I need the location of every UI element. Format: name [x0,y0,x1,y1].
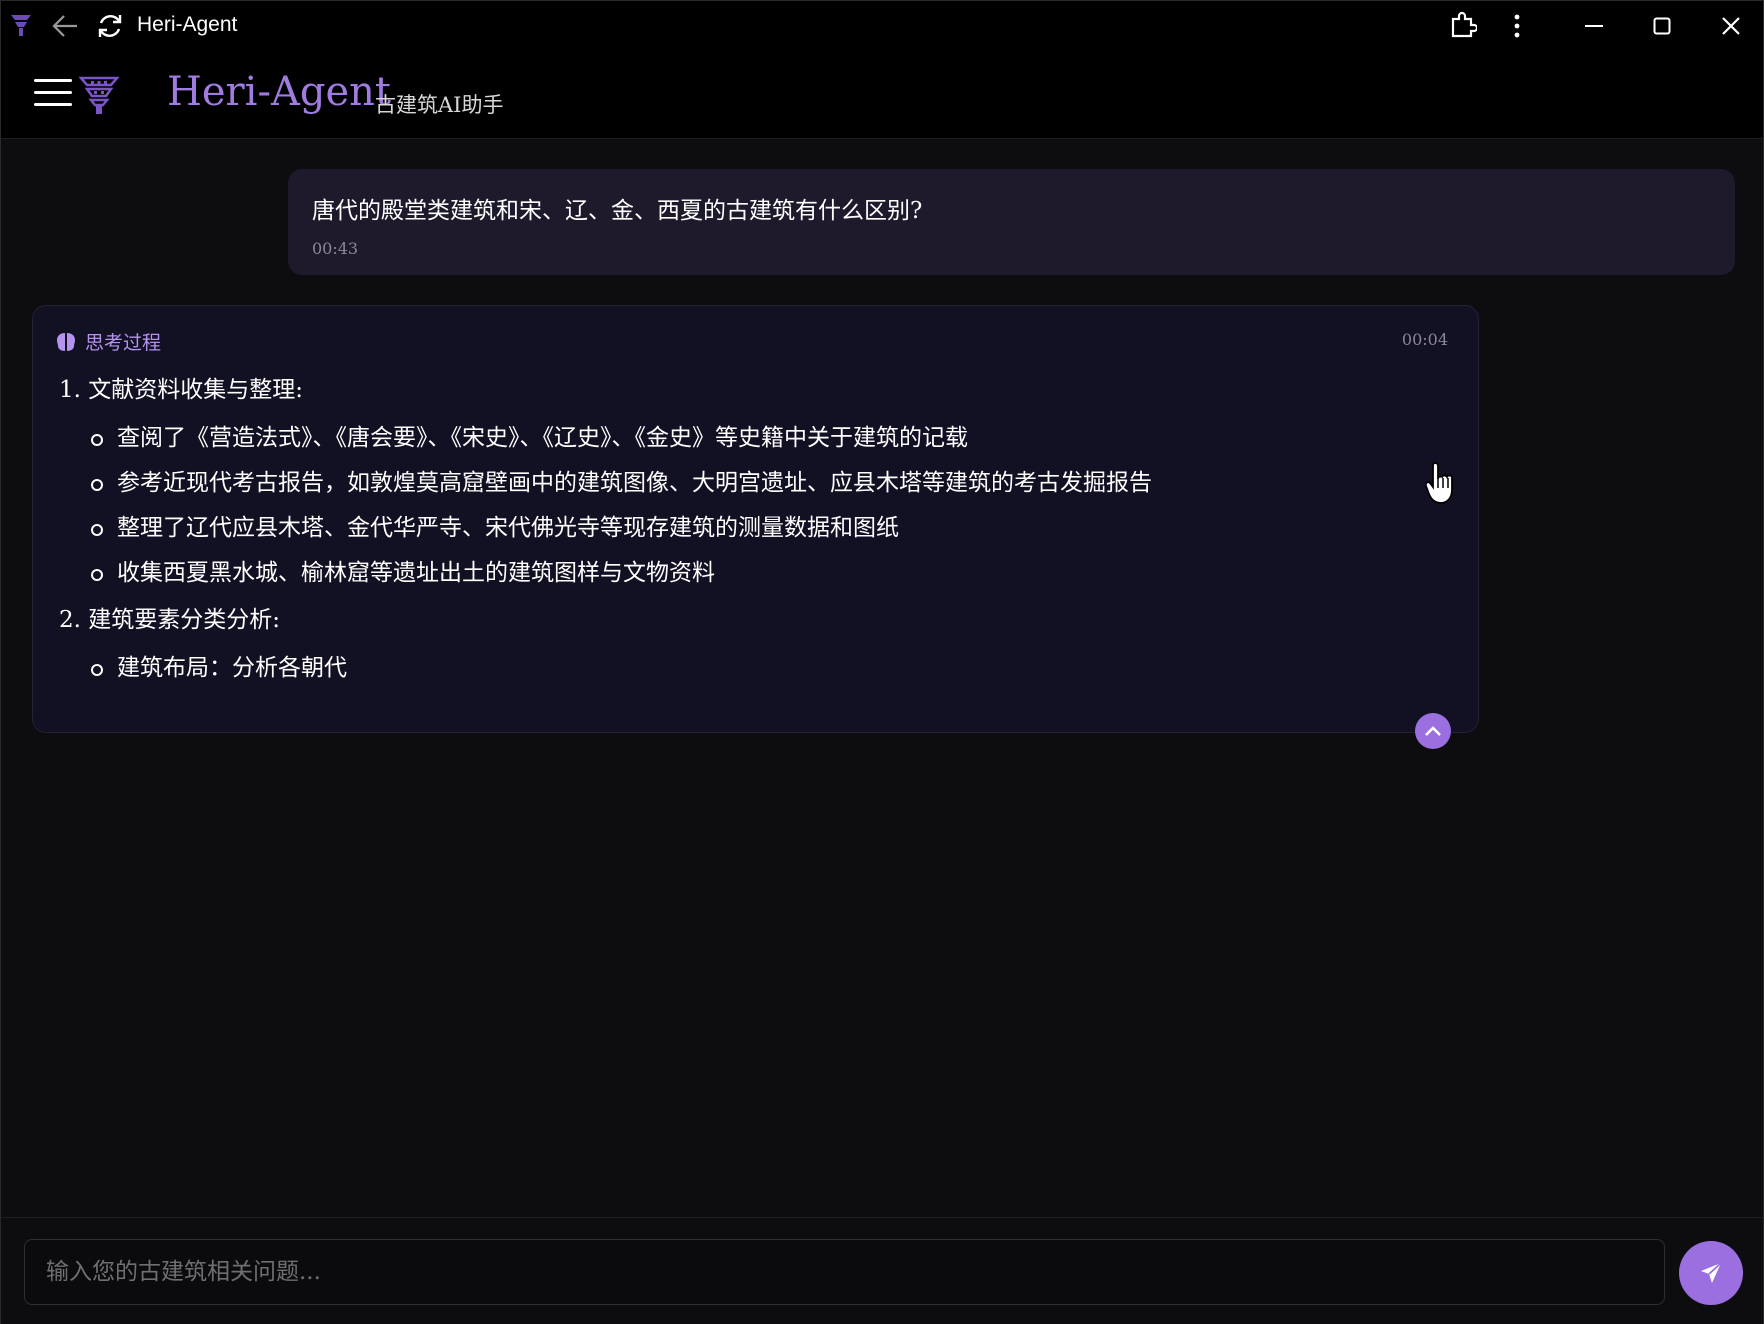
bullet-circle-icon [91,479,103,491]
hamburger-menu-icon[interactable] [34,79,72,111]
hand-cursor-icon [1424,461,1461,509]
minimize-icon[interactable] [1585,25,1603,29]
close-icon[interactable] [1721,16,1741,36]
brain-icon [55,331,77,353]
bullet-circle-icon [91,664,103,676]
send-button[interactable] [1679,1241,1743,1305]
bullet-circle-icon [91,569,103,581]
question-input[interactable] [24,1239,1665,1305]
send-icon [1699,1261,1723,1285]
list-item: 整理了辽代应县木塔、金代华严寺、宋代佛光寺等现存建筑的测量数据和图纸 [59,506,1448,551]
pagoda-icon [78,75,120,119]
maximize-icon[interactable] [1653,17,1671,35]
thinking-process-card: 思考过程 00:04 1. 文献资料收集与整理: 查阅了《营造法式》、《唐会要》… [32,305,1479,733]
brand-title: Heri-Agent [167,69,391,115]
section-title: 2. 建筑要素分类分析: [59,607,281,633]
brand-subtitle: 古建筑AI助手 [375,93,504,117]
user-message-bubble: 唐代的殿堂类建筑和宋、辽、金、西夏的古建筑有什么区别? 00:43 [288,169,1735,275]
chevron-up-icon [1424,725,1442,737]
app-logo-small-icon [9,13,33,37]
window-title: Heri-Agent [137,13,238,36]
reload-icon[interactable] [95,11,125,41]
list-item-text: 参考近现代考古报告，如敦煌莫高窟壁画中的建筑图像、大明宫遗址、应县木塔等建筑的考… [117,470,1152,496]
more-vertical-icon[interactable] [1513,13,1521,39]
title-bar: Heri-Agent [1,1,1763,51]
bullet-circle-icon [91,434,103,446]
app-window: Heri-Agent Heri-Agent 古建筑AI助手 唐代的殿堂类建筑和宋… [0,0,1764,1324]
back-arrow-icon[interactable] [51,13,79,39]
thinking-label: 思考过程 [85,332,162,354]
list-item-text: 查阅了《营造法式》、《唐会要》、《宋史》、《辽史》、《金史》等史籍中关于建筑的记… [117,425,968,451]
collapse-button[interactable] [1415,713,1451,749]
thinking-header[interactable]: 思考过程 [55,328,161,355]
puzzle-icon[interactable] [1449,11,1477,39]
list-item: 建筑布局：分析各朝代 [59,646,1448,691]
app-header: Heri-Agent 古建筑AI助手 [1,51,1763,139]
section-title: 1. 文献资料收集与整理: [59,377,304,403]
list-item: 参考近现代考古报告，如敦煌莫高窟壁画中的建筑图像、大明宫遗址、应县木塔等建筑的考… [59,461,1448,506]
input-bar [1,1217,1763,1324]
list-item: 收集西夏黑水城、榆林窟等遗址出土的建筑图样与文物资料 [59,551,1448,596]
bullet-list: 查阅了《营造法式》、《唐会要》、《宋史》、《辽史》、《金史》等史籍中关于建筑的记… [59,416,1448,596]
thinking-time: 00:04 [1401,330,1448,349]
list-item: 查阅了《营造法式》、《唐会要》、《宋史》、《辽史》、《金史》等史籍中关于建筑的记… [59,416,1448,461]
list-item-text: 整理了辽代应县木塔、金代华严寺、宋代佛光寺等现存建筑的测量数据和图纸 [117,515,899,541]
list-item-text: 收集西夏黑水城、榆林窟等遗址出土的建筑图样与文物资料 [117,560,715,586]
bullet-list: 建筑布局：分析各朝代 [59,646,1448,691]
user-message-time: 00:43 [312,239,359,258]
user-message-text: 唐代的殿堂类建筑和宋、辽、金、西夏的古建筑有什么区别? [312,198,923,224]
thinking-content: 1. 文献资料收集与整理: 查阅了《营造法式》、《唐会要》、《宋史》、《辽史》、… [59,372,1448,697]
list-item-text: 建筑布局：分析各朝代 [117,655,347,681]
bullet-circle-icon [91,524,103,536]
